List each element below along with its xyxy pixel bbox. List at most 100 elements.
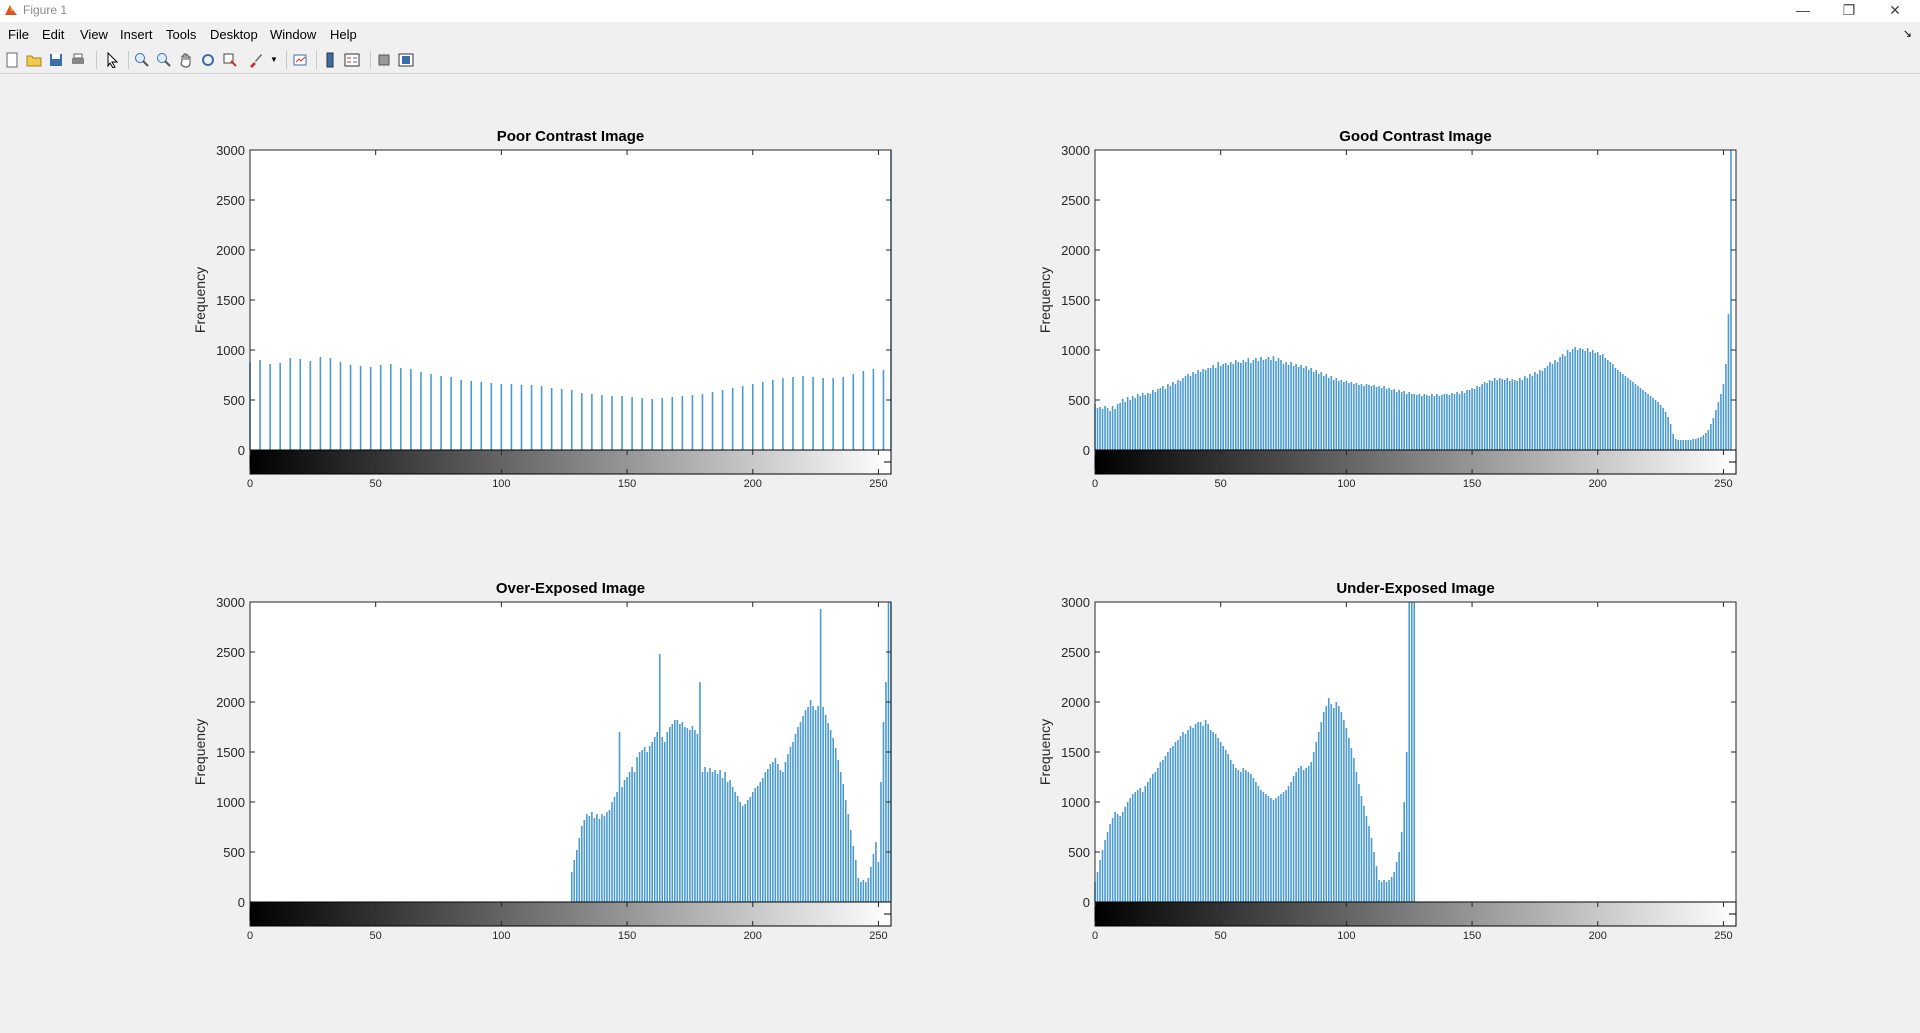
- histogram-bar: [1493, 378, 1496, 450]
- minimize-button[interactable]: —: [1780, 0, 1826, 22]
- menu-view[interactable]: View: [80, 27, 108, 42]
- menu-help[interactable]: Help: [330, 27, 357, 42]
- brush-icon[interactable]: [248, 52, 264, 68]
- print-icon[interactable]: [70, 52, 86, 68]
- data-cursor-icon[interactable]: [222, 52, 238, 68]
- histogram-bar: [1257, 786, 1260, 902]
- histogram-bar: [1121, 399, 1124, 450]
- histogram-bar: [1292, 776, 1295, 902]
- zoom-in-icon[interactable]: [134, 52, 150, 68]
- histogram-bar: [1398, 852, 1400, 902]
- histogram-bar: [1104, 840, 1106, 902]
- legend-icon[interactable]: [344, 52, 360, 68]
- histogram-bar: [1353, 758, 1355, 902]
- histogram-bar: [588, 816, 591, 902]
- colorbar-icon[interactable]: [322, 52, 338, 68]
- new-figure-icon[interactable]: [4, 52, 20, 68]
- histogram-bar: [1320, 372, 1323, 450]
- menu-window[interactable]: Window: [270, 27, 316, 42]
- histogram-bar: [1234, 360, 1237, 450]
- histogram-bar: [269, 364, 271, 450]
- histogram-bar: [867, 878, 870, 902]
- brush-dropdown-icon[interactable]: ▼: [270, 52, 286, 68]
- histogram-bar: [1270, 798, 1272, 902]
- histogram-bar: [1237, 770, 1240, 902]
- open-file-icon[interactable]: [26, 52, 42, 68]
- histogram-bar: [1642, 390, 1644, 450]
- histogram-bar: [1368, 826, 1370, 902]
- histogram-bar: [628, 772, 631, 902]
- histogram-bar: [741, 386, 744, 450]
- menu-edit[interactable]: Edit: [42, 27, 64, 42]
- menu-file[interactable]: File: [8, 27, 29, 42]
- x-tick-label: 250: [869, 478, 887, 490]
- histogram-bar: [410, 369, 412, 450]
- histogram-bar: [1285, 790, 1287, 902]
- histogram-bar: [1139, 396, 1142, 450]
- histogram-bar: [1111, 406, 1114, 450]
- histogram-bar: [857, 878, 860, 902]
- histogram-bar: [573, 860, 576, 902]
- histogram-bar: [379, 365, 382, 450]
- x-tick-label: 0: [247, 478, 253, 490]
- histogram-bar: [1569, 352, 1571, 450]
- hide-plot-tools-icon[interactable]: [376, 52, 392, 68]
- histogram-bar: [1413, 394, 1416, 450]
- pan-icon[interactable]: [178, 52, 194, 68]
- histogram-bar: [814, 710, 817, 902]
- histogram-bar: [1172, 746, 1174, 902]
- menu-desktop[interactable]: Desktop: [210, 27, 258, 42]
- zoom-out-icon[interactable]: [156, 52, 172, 68]
- histogram-bar: [500, 384, 503, 450]
- histogram-bar: [1177, 380, 1179, 450]
- histogram-bar: [844, 800, 847, 902]
- histogram-bar: [741, 806, 744, 902]
- histogram-bar: [1335, 378, 1338, 450]
- histogram-bar: [1280, 360, 1282, 450]
- histogram-bar: [1204, 720, 1207, 902]
- save-icon[interactable]: [48, 52, 64, 68]
- histogram-bar: [1375, 387, 1378, 450]
- histogram-bar: [1393, 872, 1395, 902]
- histogram-bar: [1174, 742, 1177, 902]
- close-button[interactable]: ✕: [1872, 0, 1918, 22]
- restore-button[interactable]: ❐: [1826, 0, 1872, 22]
- histogram-bar: [1513, 380, 1516, 450]
- poor-contrast-histogram[interactable]: Poor Contrast ImageFrequency050010001500…: [192, 128, 892, 490]
- pointer-icon[interactable]: [104, 52, 120, 68]
- histogram-bar: [877, 862, 880, 902]
- dock-figure-icon[interactable]: ↘: [1903, 27, 1912, 40]
- histogram-bar: [1262, 360, 1265, 450]
- histogram-bar: [719, 770, 721, 902]
- histogram-bar: [1607, 360, 1609, 450]
- histogram-bar: [1594, 353, 1597, 450]
- rotate-3d-icon[interactable]: [200, 52, 216, 68]
- over-exposed-histogram[interactable]: Over-Exposed ImageFrequency0500100015002…: [192, 580, 892, 942]
- show-plot-tools-icon[interactable]: [398, 52, 414, 68]
- histogram-bar: [591, 812, 593, 902]
- good-contrast-histogram[interactable]: Good Contrast ImageFrequency050010001500…: [1037, 128, 1737, 490]
- histogram-bar: [603, 816, 606, 902]
- histogram-bar: [1684, 440, 1687, 450]
- histogram-bar: [1453, 394, 1456, 450]
- histogram-bar: [1390, 390, 1393, 450]
- histogram-bar: [1312, 752, 1315, 902]
- histogram-bar: [782, 378, 784, 450]
- histogram-bar: [1333, 380, 1335, 450]
- under-exposed-histogram[interactable]: Under-Exposed ImageFrequency050010001500…: [1037, 580, 1737, 942]
- y-tick-label: 2500: [1061, 193, 1090, 208]
- histogram-bar: [764, 772, 767, 902]
- histogram-bar: [1255, 358, 1257, 450]
- menu-insert[interactable]: Insert: [120, 27, 153, 42]
- histogram-bar: [1544, 368, 1546, 450]
- histogram-bar: [1250, 774, 1252, 902]
- histogram-bar: [1358, 784, 1360, 902]
- histogram-bar: [701, 772, 704, 902]
- x-tick-label: 100: [492, 478, 510, 490]
- x-tick-label: 200: [1589, 930, 1607, 942]
- link-plot-icon[interactable]: [292, 52, 308, 68]
- histogram-bar: [1162, 386, 1164, 450]
- histogram-bar: [560, 389, 563, 450]
- x-tick-label: 0: [247, 930, 253, 942]
- menu-tools[interactable]: Tools: [166, 27, 196, 42]
